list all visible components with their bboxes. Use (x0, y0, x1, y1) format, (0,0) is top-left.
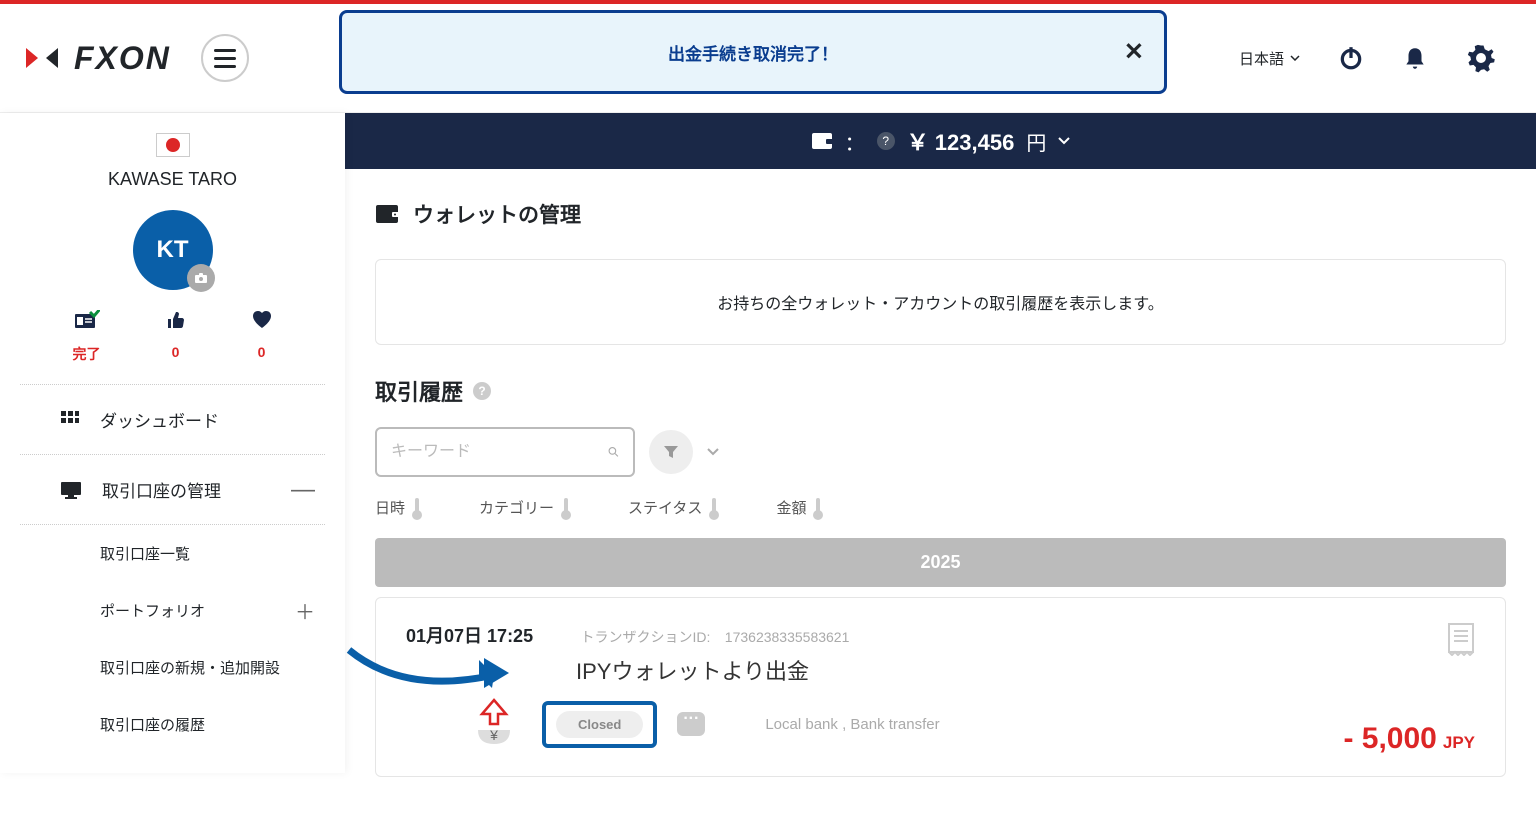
sort-row: 日時 カテゴリー ステイタス 金額 (345, 487, 1536, 538)
gear-icon[interactable] (1466, 43, 1496, 73)
menu-label: ポートフォリオ (100, 600, 205, 621)
filter-row (345, 417, 1536, 487)
help-icon[interactable]: ? (473, 382, 491, 400)
grid-icon (60, 410, 80, 430)
heart-icon (251, 310, 273, 336)
receipt-icon[interactable] (1447, 622, 1475, 656)
power-icon[interactable] (1338, 45, 1364, 71)
balance-currency: 円 (1026, 127, 1046, 156)
toast-message: 出金手続き取消完了！ (668, 40, 838, 65)
country-flag-icon (156, 133, 190, 157)
transaction-id: 1736238335583621 (725, 629, 850, 645)
filter-button[interactable] (649, 430, 693, 474)
logo-text: FXON (74, 40, 171, 77)
username: KAWASE TARO (0, 169, 345, 190)
language-selector[interactable]: 日本語 (1239, 48, 1300, 69)
transaction-id-label: トランザクションID: (580, 629, 710, 645)
panel-description: お持ちの全ウォレット・アカウントの取引履歴を表示します。 (406, 290, 1475, 314)
page-title: ウォレットの管理 (413, 199, 581, 229)
chevron-down-icon[interactable] (707, 448, 719, 456)
balance-amount: ￥ 123,456 (907, 125, 1015, 157)
stat-thumbs[interactable]: 0 (166, 310, 186, 364)
year-header: 2025 (375, 538, 1506, 587)
chat-icon[interactable] (677, 712, 705, 736)
stat-hearts[interactable]: 0 (251, 310, 273, 364)
status-highlight-box: Closed (542, 701, 657, 748)
bell-icon[interactable] (1402, 45, 1428, 71)
sort-date[interactable]: 日時 (375, 497, 419, 518)
transaction-title: IPYウォレットより出金 (576, 654, 1475, 686)
sort-category[interactable]: カテゴリー (479, 497, 568, 518)
svg-text:¥: ¥ (489, 727, 498, 743)
stat-count: 0 (251, 344, 273, 360)
notification-toast: 出金手続き取消完了！ ✕ (339, 10, 1167, 94)
logo-icon (20, 36, 64, 80)
sidebar-item-new-account[interactable]: 取引口座の新規・追加開設 (20, 639, 325, 696)
transaction-amount: - 5,000JPY (1343, 722, 1475, 756)
status-badge: Closed (556, 711, 643, 738)
stat-label: 完了 (73, 344, 101, 364)
sidebar-item-portfolio[interactable]: ポートフォリオ ＋ (20, 582, 325, 639)
menu-label: 取引口座の新規・追加開設 (100, 657, 280, 678)
search-box[interactable] (375, 427, 635, 477)
thumbs-up-icon (166, 310, 186, 336)
section-title: 取引履歴 ? (345, 355, 1536, 417)
search-icon (608, 442, 619, 462)
transaction-card[interactable]: 01月07日 17:25 トランザクションID: 173623833558362… (375, 597, 1506, 777)
help-icon[interactable]: ? (877, 132, 895, 150)
menu-label: 取引口座の管理 (102, 477, 221, 502)
id-card-icon (73, 310, 101, 336)
page-title-row: ウォレットの管理 (345, 169, 1536, 249)
sort-amount[interactable]: 金額 (776, 497, 820, 518)
avatar[interactable]: KT (133, 210, 213, 290)
colon: ： (845, 127, 865, 156)
menu-label: 取引口座一覧 (100, 543, 190, 564)
profile-stats: 完了 0 0 (20, 310, 325, 385)
camera-icon[interactable] (187, 264, 215, 292)
sidebar: KAWASE TARO KT 完了 0 0 ダッシュボード (0, 113, 345, 773)
wallet-icon (375, 204, 399, 224)
collapse-icon: — (291, 476, 315, 504)
funnel-icon (663, 444, 679, 460)
sort-status[interactable]: ステイタス (628, 497, 716, 518)
sidebar-item-account-history[interactable]: 取引口座の履歴 (20, 696, 325, 753)
withdraw-icon: ¥ (466, 696, 522, 752)
close-icon[interactable]: ✕ (1124, 38, 1144, 67)
main-content: ウォレットの管理 お持ちの全ウォレット・アカウントの取引履歴を表示します。 取引… (345, 169, 1536, 777)
menu-toggle-button[interactable] (201, 34, 249, 82)
monitor-icon (60, 481, 82, 499)
sidebar-item-account-management[interactable]: 取引口座の管理 — (20, 455, 325, 525)
avatar-initials: KT (157, 236, 189, 264)
sidebar-item-account-list[interactable]: 取引口座一覧 (20, 525, 325, 582)
search-input[interactable] (391, 443, 598, 461)
stat-count: 0 (166, 344, 186, 360)
logo[interactable]: FXON (20, 36, 171, 80)
chevron-down-icon (1290, 55, 1300, 61)
wallet-icon (811, 132, 833, 150)
stat-complete[interactable]: 完了 (73, 310, 101, 364)
transaction-method: Local bank , Bank transfer (765, 716, 939, 733)
sidebar-item-dashboard[interactable]: ダッシュボード (20, 385, 325, 455)
menu-label: 取引口座の履歴 (100, 714, 205, 735)
balance-bar[interactable]: ： ? ￥ 123,456 円 (345, 113, 1536, 169)
expand-icon: ＋ (295, 596, 315, 625)
menu-label: ダッシュボード (100, 407, 219, 432)
chevron-down-icon (1058, 137, 1070, 145)
description-panel: お持ちの全ウォレット・アカウントの取引履歴を表示します。 (375, 259, 1506, 345)
annotation-arrow-icon (344, 640, 524, 700)
